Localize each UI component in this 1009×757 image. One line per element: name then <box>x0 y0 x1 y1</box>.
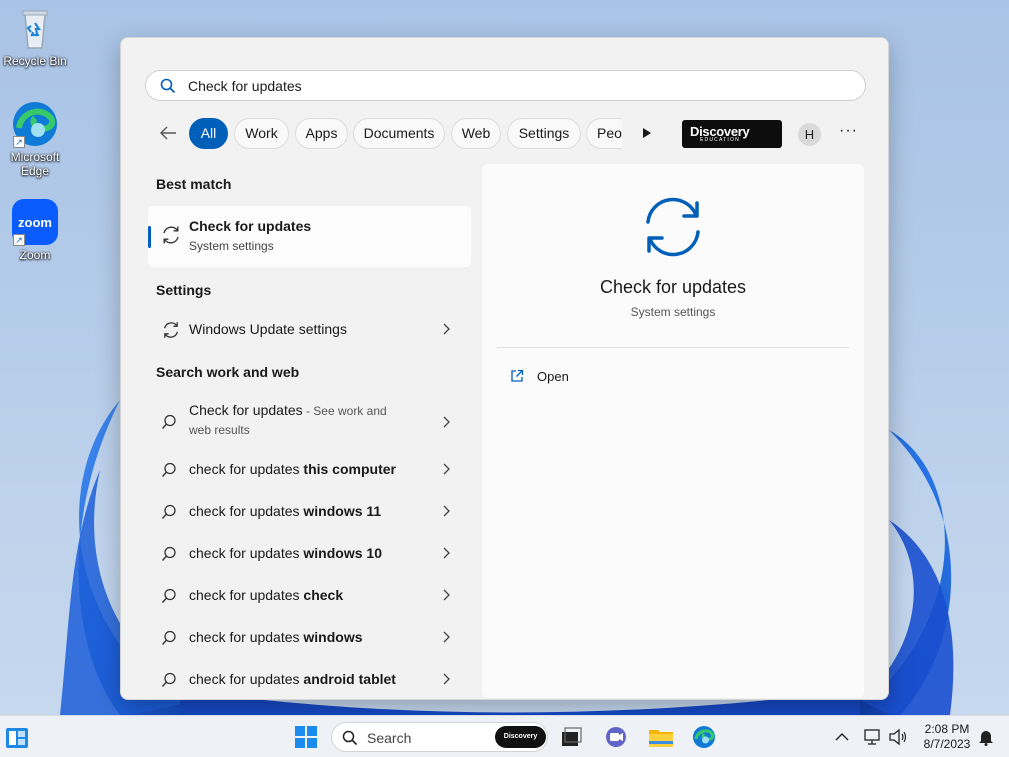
clock-date: 8/7/2023 <box>923 737 971 751</box>
taskbar-search[interactable]: Search Discovery <box>331 722 548 752</box>
desktop-icon-recycle-bin[interactable]: Recycle Bin <box>0 4 70 68</box>
chevron-right-icon <box>442 547 450 562</box>
more-options-icon[interactable]: ··· <box>839 122 858 140</box>
divider <box>497 347 849 348</box>
result-label: Windows Update settings <box>189 321 347 337</box>
start-icon[interactable] <box>294 725 318 749</box>
taskbar: Search Discovery 2:08 PM 8/7/2023 <box>0 715 1009 757</box>
search-icon <box>161 414 177 433</box>
chevron-right-icon <box>442 505 450 520</box>
system-clock[interactable]: 2:08 PM 8/7/2023 <box>916 722 978 752</box>
search-filter-row: All Work Apps Documents Web Settings Peo… <box>145 118 866 150</box>
shortcut-arrow-icon: ↗ <box>13 136 25 148</box>
zoom-icon: zoom ↗ <box>11 198 59 246</box>
desktop-icon-label: Recycle Bin <box>3 54 67 68</box>
search-icon <box>160 78 176 97</box>
network-icon[interactable] <box>864 728 882 746</box>
start-search-panel: All Work Apps Documents Web Settings Peo… <box>120 37 889 700</box>
result-title: Check for updates <box>189 218 312 234</box>
result-preview-pane: Check for updates System settings Open <box>482 164 864 698</box>
web-result[interactable]: check for updates this computer <box>148 450 471 490</box>
widgets-icon[interactable] <box>5 727 29 749</box>
preview-title: Check for updates <box>599 277 747 297</box>
result-label: Check for updates - See work and <box>189 402 387 418</box>
result-label: check for updates check <box>189 587 344 603</box>
web-result[interactable]: check for updates windows <box>148 618 471 658</box>
desktop-icon-label: Zoom <box>19 248 51 262</box>
sync-icon <box>161 320 181 343</box>
chevron-right-icon <box>442 673 450 688</box>
search-box[interactable] <box>145 70 866 101</box>
file-explorer-icon[interactable] <box>648 726 674 748</box>
recycle-bin-icon <box>11 4 59 52</box>
search-icon <box>161 630 177 649</box>
search-icon <box>161 588 177 607</box>
result-hint: web results <box>189 423 250 437</box>
badge-subtitle: EDUCATION <box>700 137 740 143</box>
sync-icon <box>641 195 705 262</box>
notification-bell-icon[interactable] <box>978 728 994 746</box>
chevron-right-icon <box>442 631 450 646</box>
section-title-settings: Settings <box>156 282 212 298</box>
filter-chip-all[interactable]: All <box>189 118 228 149</box>
edge-icon: ↗ <box>11 100 59 148</box>
sync-icon <box>160 224 182 249</box>
web-result[interactable]: Check for updates - See work and web res… <box>148 396 471 450</box>
open-action-label: Open <box>537 369 569 384</box>
result-label: check for updates this computer <box>189 461 396 477</box>
filter-chip-work[interactable]: Work <box>234 118 289 149</box>
chevron-up-icon[interactable] <box>835 730 849 744</box>
result-subtitle: System settings <box>189 239 274 253</box>
search-icon <box>342 730 358 749</box>
edge-icon[interactable] <box>692 725 716 749</box>
result-label: check for updates windows 11 <box>189 503 382 519</box>
filter-chip-apps[interactable]: Apps <box>295 118 348 149</box>
web-result[interactable]: check for updates windows 10 <box>148 534 471 574</box>
desktop-icon-edge[interactable]: ↗ Microsoft Edge <box>0 100 70 178</box>
filter-chip-settings[interactable]: Settings <box>507 118 581 149</box>
result-label: check for updates windows <box>189 629 363 645</box>
search-highlight-pill: Discovery <box>495 726 546 748</box>
result-label: check for updates windows 10 <box>189 545 382 561</box>
best-match-result[interactable]: Check for updates System settings <box>148 206 471 267</box>
search-icon <box>161 546 177 565</box>
svg-text:zoom: zoom <box>18 215 52 230</box>
selection-indicator <box>148 226 151 248</box>
filter-chip-people[interactable]: Peo <box>586 118 622 149</box>
web-result[interactable]: check for updates windows 11 <box>148 492 471 532</box>
volume-icon[interactable] <box>888 728 908 746</box>
search-input[interactable] <box>188 75 848 97</box>
avatar[interactable]: H <box>798 123 821 146</box>
result-label: check for updates android tablet <box>189 671 396 687</box>
scroll-right-icon[interactable] <box>642 127 652 142</box>
chevron-right-icon <box>442 589 450 604</box>
section-title-best-match: Best match <box>156 176 232 192</box>
search-icon <box>161 504 177 523</box>
web-result[interactable]: check for updates android tablet <box>148 660 471 700</box>
back-arrow-icon[interactable] <box>159 126 177 143</box>
chevron-right-icon <box>442 463 450 478</box>
clock-time: 2:08 PM <box>924 722 970 736</box>
preview-subtitle: System settings <box>630 305 716 319</box>
web-result[interactable]: check for updates check <box>148 576 471 616</box>
settings-result-windows-update[interactable]: Windows Update settings <box>148 310 471 350</box>
filter-chip-documents[interactable]: Documents <box>353 118 445 149</box>
desktop-icon-label: Microsoft Edge <box>10 150 60 178</box>
task-view-icon[interactable] <box>560 727 582 747</box>
search-icon <box>161 462 177 481</box>
chevron-right-icon <box>442 323 450 338</box>
search-icon <box>161 672 177 691</box>
taskbar-search-label: Search <box>367 730 412 746</box>
search-results-list: Best match Check for updates System sett… <box>148 164 471 694</box>
discovery-education-badge[interactable]: Discovery EDUCATION <box>682 120 782 148</box>
teams-chat-icon[interactable] <box>604 725 628 749</box>
open-action[interactable]: Open <box>496 362 848 392</box>
shortcut-arrow-icon: ↗ <box>13 234 25 246</box>
filter-chip-web[interactable]: Web <box>451 118 501 149</box>
open-external-icon <box>510 369 524 386</box>
chevron-right-icon <box>442 416 450 431</box>
section-title-search-web: Search work and web <box>156 364 300 380</box>
desktop-icon-zoom[interactable]: zoom ↗ Zoom <box>0 198 70 262</box>
